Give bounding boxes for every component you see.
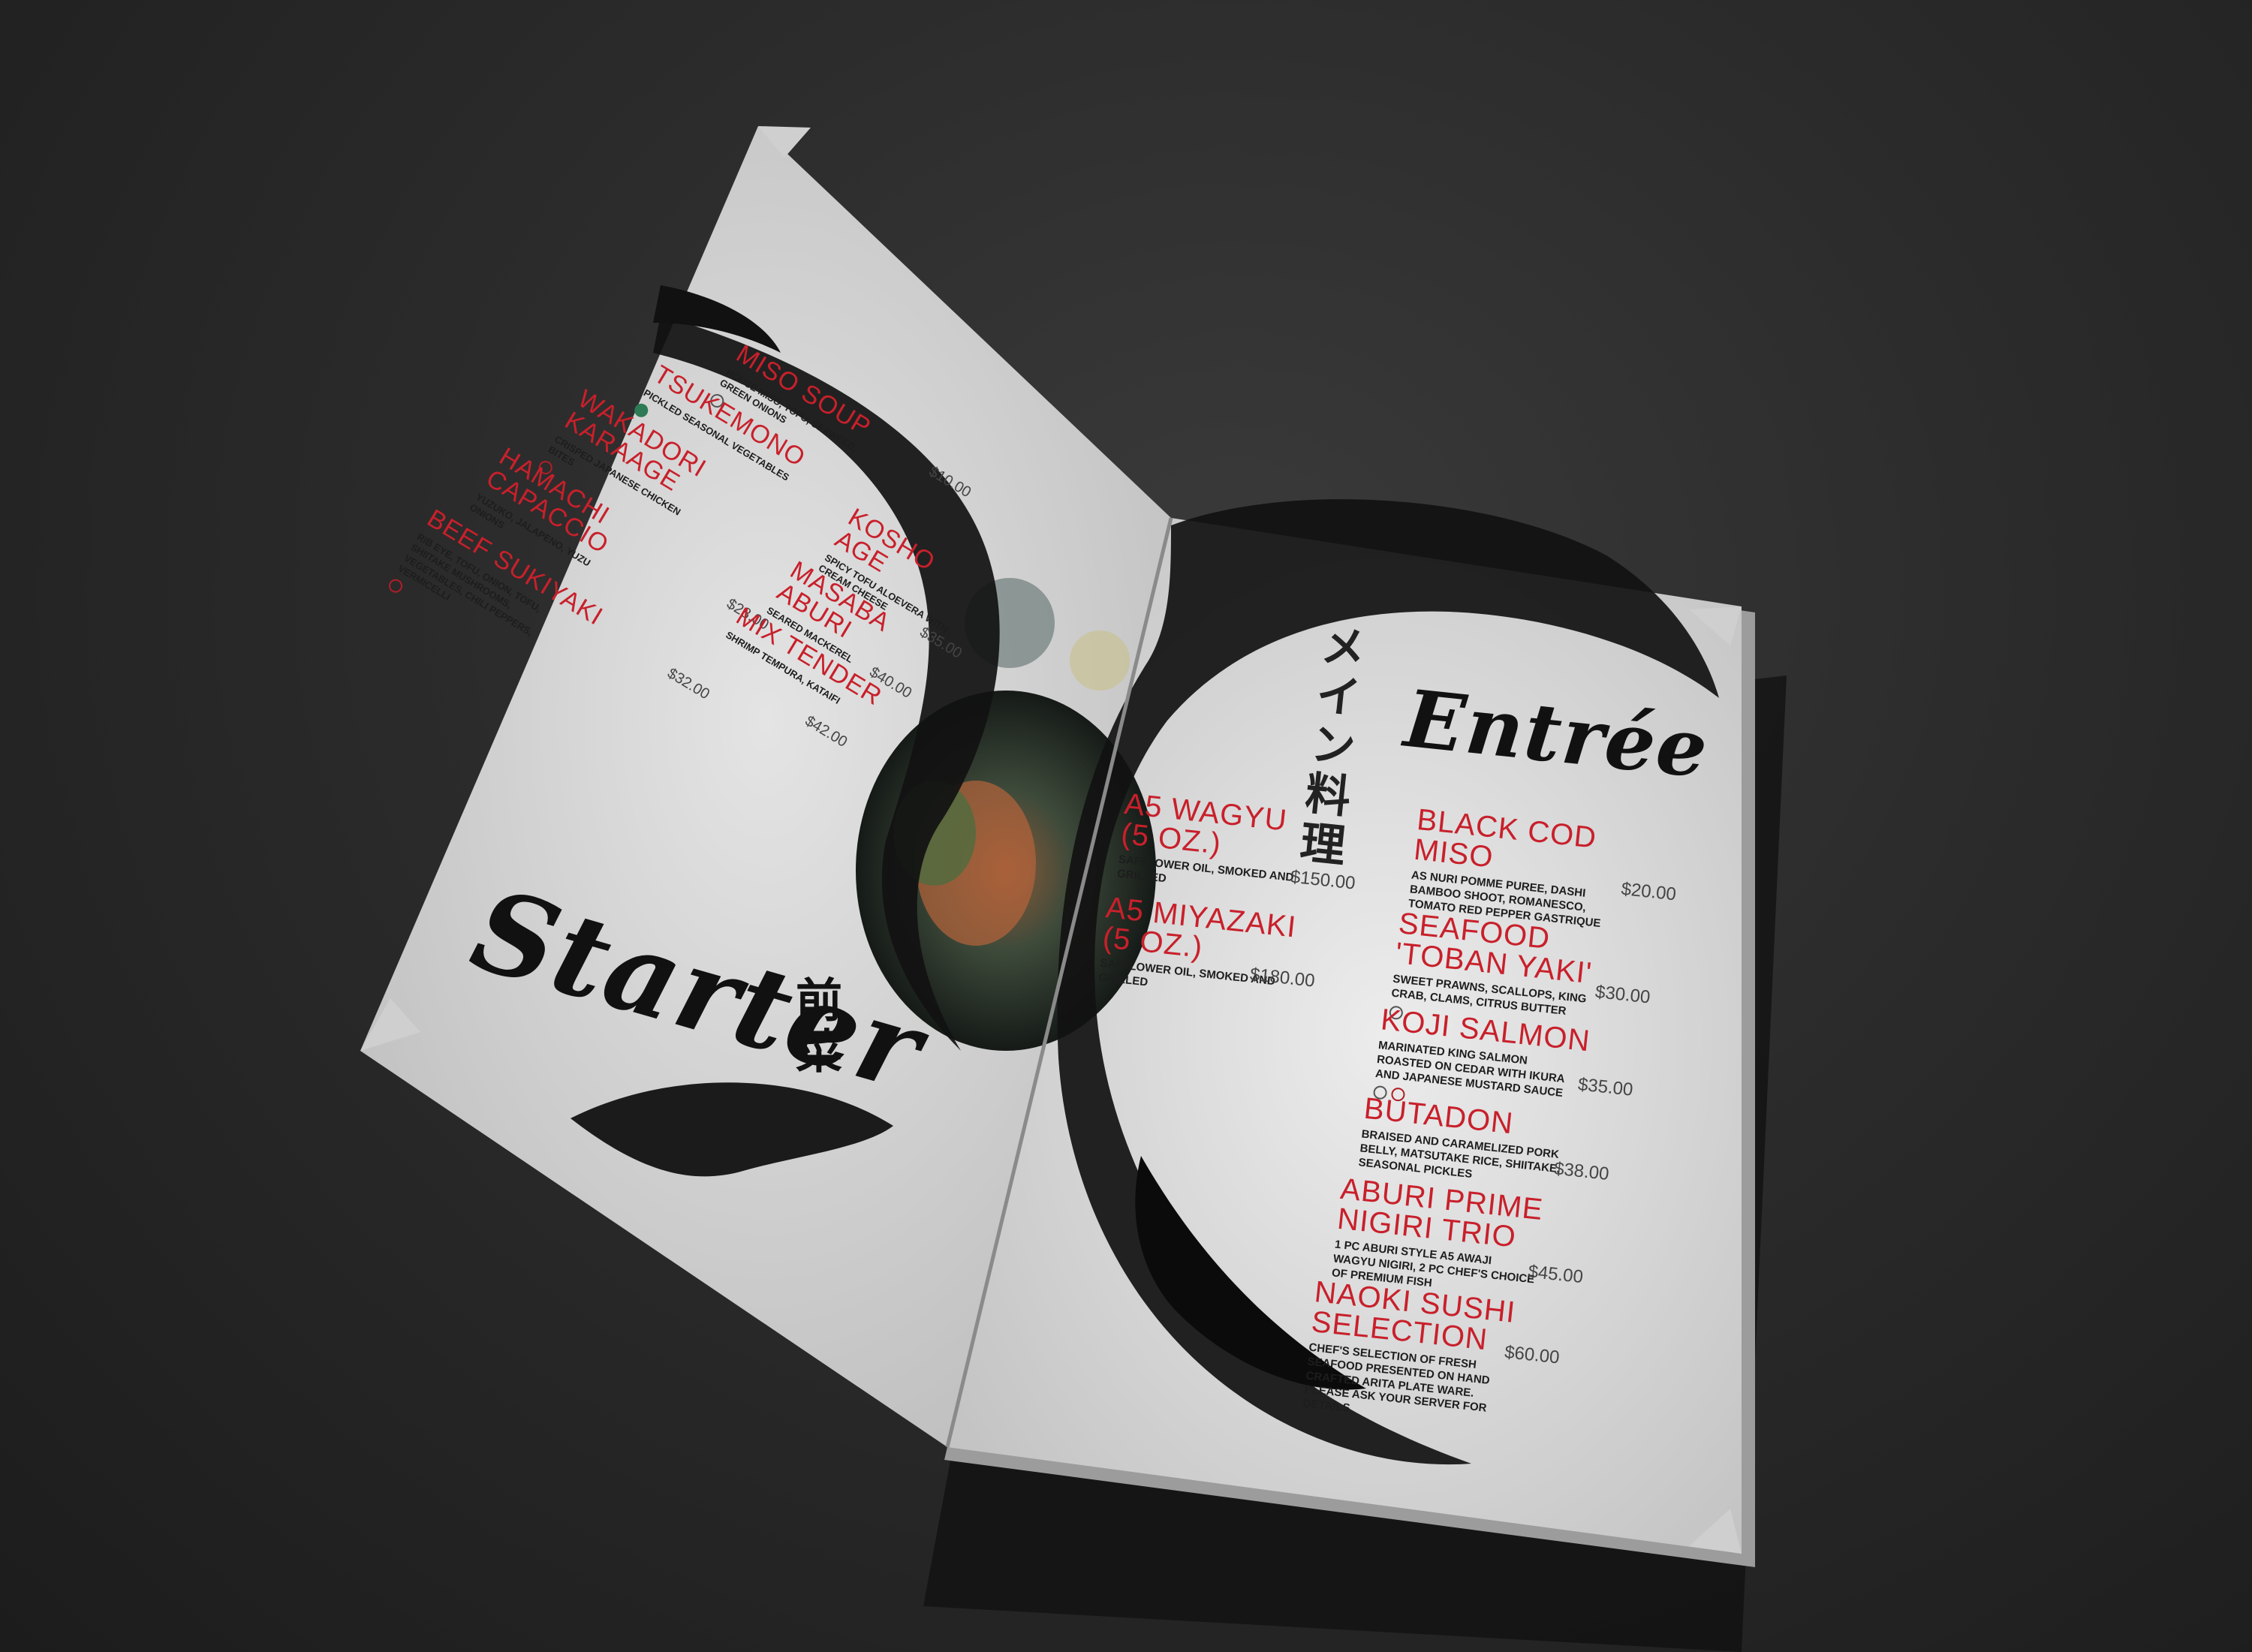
item-price: $35.00 <box>1576 1074 1634 1100</box>
entree-page: Entrée メイン料理 A5 WAGYU (5 OZ.) SAFFLOWER … <box>1047 620 1713 1452</box>
item-price: $20.00 <box>1620 878 1678 905</box>
menu-item-a5-miyazaki: A5 MIYAZAKI (5 OZ.) SAFFLOWER OIL, SMOKE… <box>1098 891 1309 1006</box>
item-price: $60.00 <box>1503 1341 1561 1368</box>
menu-scene: MISO SOUP HOUSE MISO, TOFU, SEAWEED, GRE… <box>0 0 2252 1652</box>
item-price: $38.00 <box>1552 1158 1610 1185</box>
side-dish <box>1070 630 1130 691</box>
starter-kanji: 前菜 <box>787 976 842 1078</box>
item-price: $30.00 <box>1594 981 1651 1008</box>
item-price: $45.00 <box>1527 1261 1585 1288</box>
menu-item-naoki-sushi-selection: NAOKI SUSHI SELECTION CHEF'S SELECTION O… <box>1302 1275 1518 1432</box>
item-price: $42.00 <box>802 712 851 751</box>
spicy-icon <box>386 576 405 596</box>
item-price: $32.00 <box>664 665 712 703</box>
